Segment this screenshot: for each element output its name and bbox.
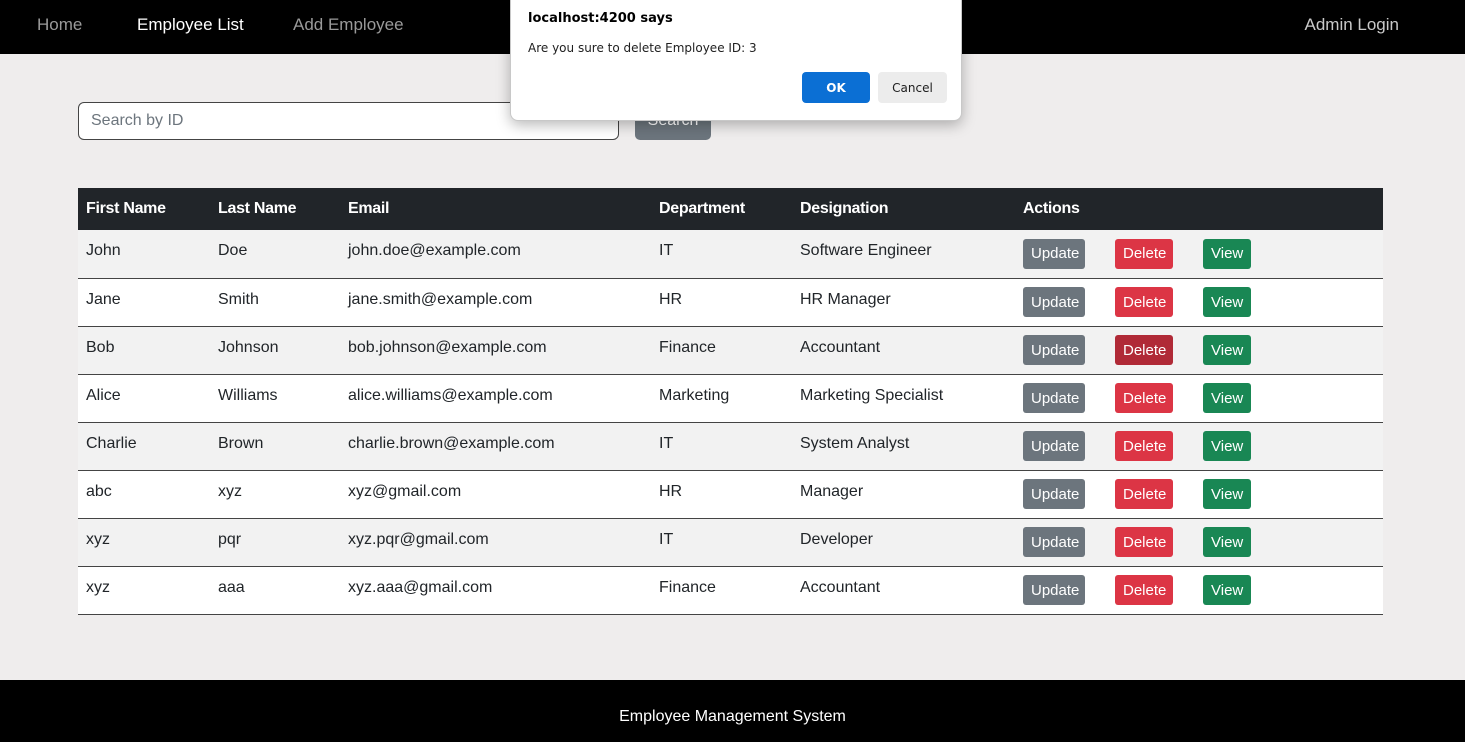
view-button[interactable]: View	[1203, 238, 1251, 269]
cell-last-name: Smith	[210, 278, 340, 327]
cell-actions: Update Delete View	[1015, 422, 1383, 471]
cell-email: xyz.pqr@gmail.com	[340, 518, 651, 567]
update-button[interactable]: Update	[1023, 287, 1085, 317]
cell-first-name: Alice	[78, 374, 210, 423]
view-button[interactable]: View	[1203, 527, 1251, 557]
employee-table: First Name Last Name Email Department De…	[78, 188, 1383, 615]
cell-actions: Update Delete View	[1015, 230, 1383, 279]
delete-button[interactable]: Delete	[1115, 479, 1173, 509]
cell-department: Finance	[651, 326, 792, 375]
update-button[interactable]: Update	[1023, 383, 1085, 413]
dialog-ok-button[interactable]: OK	[802, 72, 870, 103]
footer: Employee Management System	[0, 680, 1465, 742]
cell-first-name: Charlie	[78, 422, 210, 471]
cell-designation: Software Engineer	[792, 230, 1015, 279]
dialog-cancel-button[interactable]: Cancel	[878, 72, 947, 103]
cell-department: HR	[651, 470, 792, 519]
cell-department: IT	[651, 422, 792, 471]
cell-first-name: xyz	[78, 566, 210, 615]
cell-department: IT	[651, 230, 792, 279]
update-button[interactable]: Update	[1023, 479, 1085, 509]
view-button[interactable]: View	[1203, 383, 1251, 413]
cell-designation: Developer	[792, 518, 1015, 567]
cell-department: Marketing	[651, 374, 792, 423]
table-header-row: First Name Last Name Email Department De…	[78, 188, 1383, 230]
confirm-dialog: localhost:4200 says Are you sure to dele…	[510, 0, 962, 121]
cell-email: xyz@gmail.com	[340, 470, 651, 519]
header-first-name: First Name	[78, 188, 210, 230]
cell-designation: Accountant	[792, 326, 1015, 375]
cell-last-name: aaa	[210, 566, 340, 615]
header-department: Department	[651, 188, 792, 230]
cell-designation: Marketing Specialist	[792, 374, 1015, 423]
delete-button[interactable]: Delete	[1115, 527, 1173, 557]
delete-button[interactable]: Delete	[1115, 431, 1173, 461]
update-button[interactable]: Update	[1023, 575, 1085, 605]
cell-email: alice.williams@example.com	[340, 374, 651, 423]
table-row: John Doe john.doe@example.com IT Software En…	[78, 230, 1383, 279]
cell-last-name: Johnson	[210, 326, 340, 375]
cell-email: xyz.aaa@gmail.com	[340, 566, 651, 615]
cell-first-name: xyz	[78, 518, 210, 567]
cell-last-name: pqr	[210, 518, 340, 567]
cell-actions: Update Delete View	[1015, 470, 1383, 519]
delete-button[interactable]: Delete	[1115, 287, 1173, 317]
table-row: xyz pqr xyz.pqr@gmail.com IT Developer Update…	[78, 518, 1383, 567]
cell-designation: Accountant	[792, 566, 1015, 615]
delete-button[interactable]: Delete	[1115, 383, 1173, 413]
cell-email: jane.smith@example.com	[340, 278, 651, 327]
update-button[interactable]: Update	[1023, 238, 1085, 269]
footer-text: Employee Management System	[619, 708, 846, 725]
view-button[interactable]: View	[1203, 431, 1251, 461]
nav-home-link[interactable]: Home	[37, 15, 82, 35]
cell-first-name: Jane	[78, 278, 210, 327]
cell-actions: Update Delete View	[1015, 326, 1383, 375]
dialog-title: localhost:4200 says	[528, 11, 673, 26]
cell-last-name: xyz	[210, 470, 340, 519]
table-row: abc xyz xyz@gmail.com HR Manager Update Delete…	[78, 470, 1383, 519]
cell-first-name: abc	[78, 470, 210, 519]
cell-email: john.doe@example.com	[340, 230, 651, 279]
cell-designation: HR Manager	[792, 278, 1015, 327]
cell-email: charlie.brown@example.com	[340, 422, 651, 471]
cell-department: Finance	[651, 566, 792, 615]
view-button[interactable]: View	[1203, 287, 1251, 317]
update-button[interactable]: Update	[1023, 527, 1085, 557]
update-button[interactable]: Update	[1023, 335, 1085, 365]
cell-last-name: Doe	[210, 230, 340, 279]
cell-department: IT	[651, 518, 792, 567]
nav-employee-list-link[interactable]: Employee List	[137, 15, 244, 35]
cell-actions: Update Delete View	[1015, 566, 1383, 615]
table-row: xyz aaa xyz.aaa@gmail.com Finance Accountant…	[78, 566, 1383, 615]
cell-actions: Update Delete View	[1015, 278, 1383, 327]
header-designation: Designation	[792, 188, 1015, 230]
cell-first-name: Bob	[78, 326, 210, 375]
delete-button[interactable]: Delete	[1115, 335, 1173, 365]
table-row: Jane Smith jane.smith@example.com HR HR Mana…	[78, 278, 1383, 327]
header-actions: Actions	[1015, 188, 1383, 230]
cell-actions: Update Delete View	[1015, 374, 1383, 423]
nav-admin-login-link[interactable]: Admin Login	[1304, 15, 1399, 35]
delete-button[interactable]: Delete	[1115, 575, 1173, 605]
cell-actions: Update Delete View	[1015, 518, 1383, 567]
cell-last-name: Williams	[210, 374, 340, 423]
header-last-name: Last Name	[210, 188, 340, 230]
view-button[interactable]: View	[1203, 575, 1251, 605]
header-email: Email	[340, 188, 651, 230]
cell-department: HR	[651, 278, 792, 327]
update-button[interactable]: Update	[1023, 431, 1085, 461]
cell-designation: Manager	[792, 470, 1015, 519]
view-button[interactable]: View	[1203, 479, 1251, 509]
delete-button[interactable]: Delete	[1115, 238, 1173, 269]
table-row: Alice Williams alice.williams@example.com M…	[78, 374, 1383, 423]
table-row: Bob Johnson bob.johnson@example.com Finance…	[78, 326, 1383, 375]
cell-designation: System Analyst	[792, 422, 1015, 471]
dialog-message: Are you sure to delete Employee ID: 3	[528, 41, 757, 55]
nav-add-employee-link[interactable]: Add Employee	[293, 15, 404, 35]
table-row: Charlie Brown charlie.brown@example.com IT S…	[78, 422, 1383, 471]
cell-first-name: John	[78, 230, 210, 279]
cell-email: bob.johnson@example.com	[340, 326, 651, 375]
cell-last-name: Brown	[210, 422, 340, 471]
view-button[interactable]: View	[1203, 335, 1251, 365]
